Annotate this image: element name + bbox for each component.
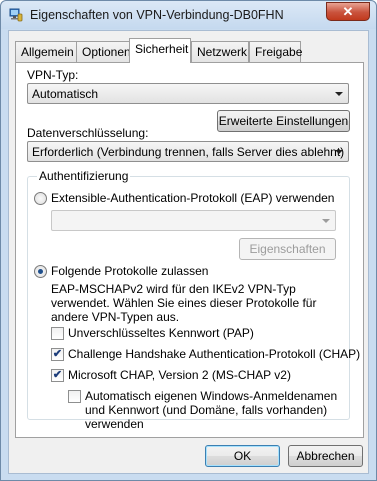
allow-protocols-radio[interactable] <box>34 265 47 278</box>
vpn-type-select[interactable]: Automatisch <box>27 83 349 104</box>
eap-radio-label[interactable]: Extensible-Authentication-Protokoll (EAP… <box>51 191 334 205</box>
network-connection-icon <box>9 8 23 22</box>
window-title: Eigenschaften von VPN-Verbindung-DB0FHN <box>30 8 284 22</box>
chap-label[interactable]: Challenge Handshake Authentication-Proto… <box>68 347 360 361</box>
tab-freigabe[interactable]: Freigabe <box>249 41 303 62</box>
mschap-checkbox[interactable]: ✔ <box>51 369 64 382</box>
tab-sicherheit[interactable]: Sicherheit <box>129 38 191 63</box>
cancel-button[interactable]: Abbrechen <box>288 445 363 467</box>
eap-properties-label: Eigenschaften <box>249 242 326 256</box>
eap-properties-button[interactable]: Eigenschaften <box>239 238 336 260</box>
close-icon: ✕ <box>342 4 354 19</box>
vpn-type-value: Automatisch <box>32 87 99 101</box>
eap-method-select[interactable] <box>51 210 336 231</box>
tab-allgemein[interactable]: Allgemein <box>15 41 77 62</box>
tab-label: Allgemein <box>21 45 74 59</box>
ok-label: OK <box>233 449 252 463</box>
security-tab-panel: VPN-Typ: Automatisch Erweiterte Einstell… <box>15 62 364 438</box>
eap-radio[interactable] <box>34 192 47 205</box>
allow-protocols-label[interactable]: Folgende Protokolle zulassen <box>51 264 208 278</box>
chap-checkbox[interactable]: ✔ <box>51 348 64 361</box>
auto-logon-label[interactable]: Automatisch eigenen Windows-Anmeldenamen… <box>85 389 341 431</box>
authentication-group-title: Authentifizierung <box>37 169 131 183</box>
vpn-type-label: VPN-Typ: <box>27 68 79 82</box>
auto-logon-checkbox[interactable] <box>68 390 81 403</box>
authentication-group: Authentifizierung Extensible-Authenticat… <box>27 169 360 431</box>
chevron-down-icon <box>335 92 343 96</box>
tab-label: Sicherheit <box>135 42 189 56</box>
ok-button[interactable]: OK <box>205 445 280 467</box>
chevron-down-icon <box>335 150 343 154</box>
advanced-settings-label: Erweiterte Einstellungen <box>218 114 349 128</box>
tab-netzwerk[interactable]: Netzwerk <box>191 41 249 62</box>
tab-optionen[interactable]: Optionen <box>76 41 131 62</box>
advanced-settings-button[interactable]: Erweiterte Einstellungen <box>217 110 350 132</box>
tab-label: Netzwerk <box>197 45 248 59</box>
close-button[interactable]: ✕ <box>326 2 370 21</box>
pap-label[interactable]: Unverschlüsseltes Kennwort (PAP) <box>68 326 254 340</box>
encryption-label: Datenverschlüsselung: <box>27 126 149 140</box>
cancel-label: Abbrechen <box>296 449 355 463</box>
dialog-client-area: Allgemein Optionen Sicherheit Netzwerk F… <box>8 30 369 474</box>
tab-label: Optionen <box>82 45 131 59</box>
encryption-value: Erforderlich (Verbindung trennen, falls … <box>32 145 345 159</box>
title-bar[interactable]: Eigenschaften von VPN-Verbindung-DB0FHN … <box>1 1 376 29</box>
encryption-select[interactable]: Erforderlich (Verbindung trennen, falls … <box>27 141 349 162</box>
mschap-label[interactable]: Microsoft CHAP, Version 2 (MS-CHAP v2) <box>68 368 291 382</box>
tab-label: Freigabe <box>255 45 303 59</box>
pap-checkbox[interactable] <box>51 327 64 340</box>
chevron-down-icon <box>322 219 330 223</box>
dialog-window: Eigenschaften von VPN-Verbindung-DB0FHN … <box>0 0 377 481</box>
protocols-info-text: EAP-MSCHAPv2 wird für den IKEv2 VPN-Typ … <box>51 282 317 324</box>
